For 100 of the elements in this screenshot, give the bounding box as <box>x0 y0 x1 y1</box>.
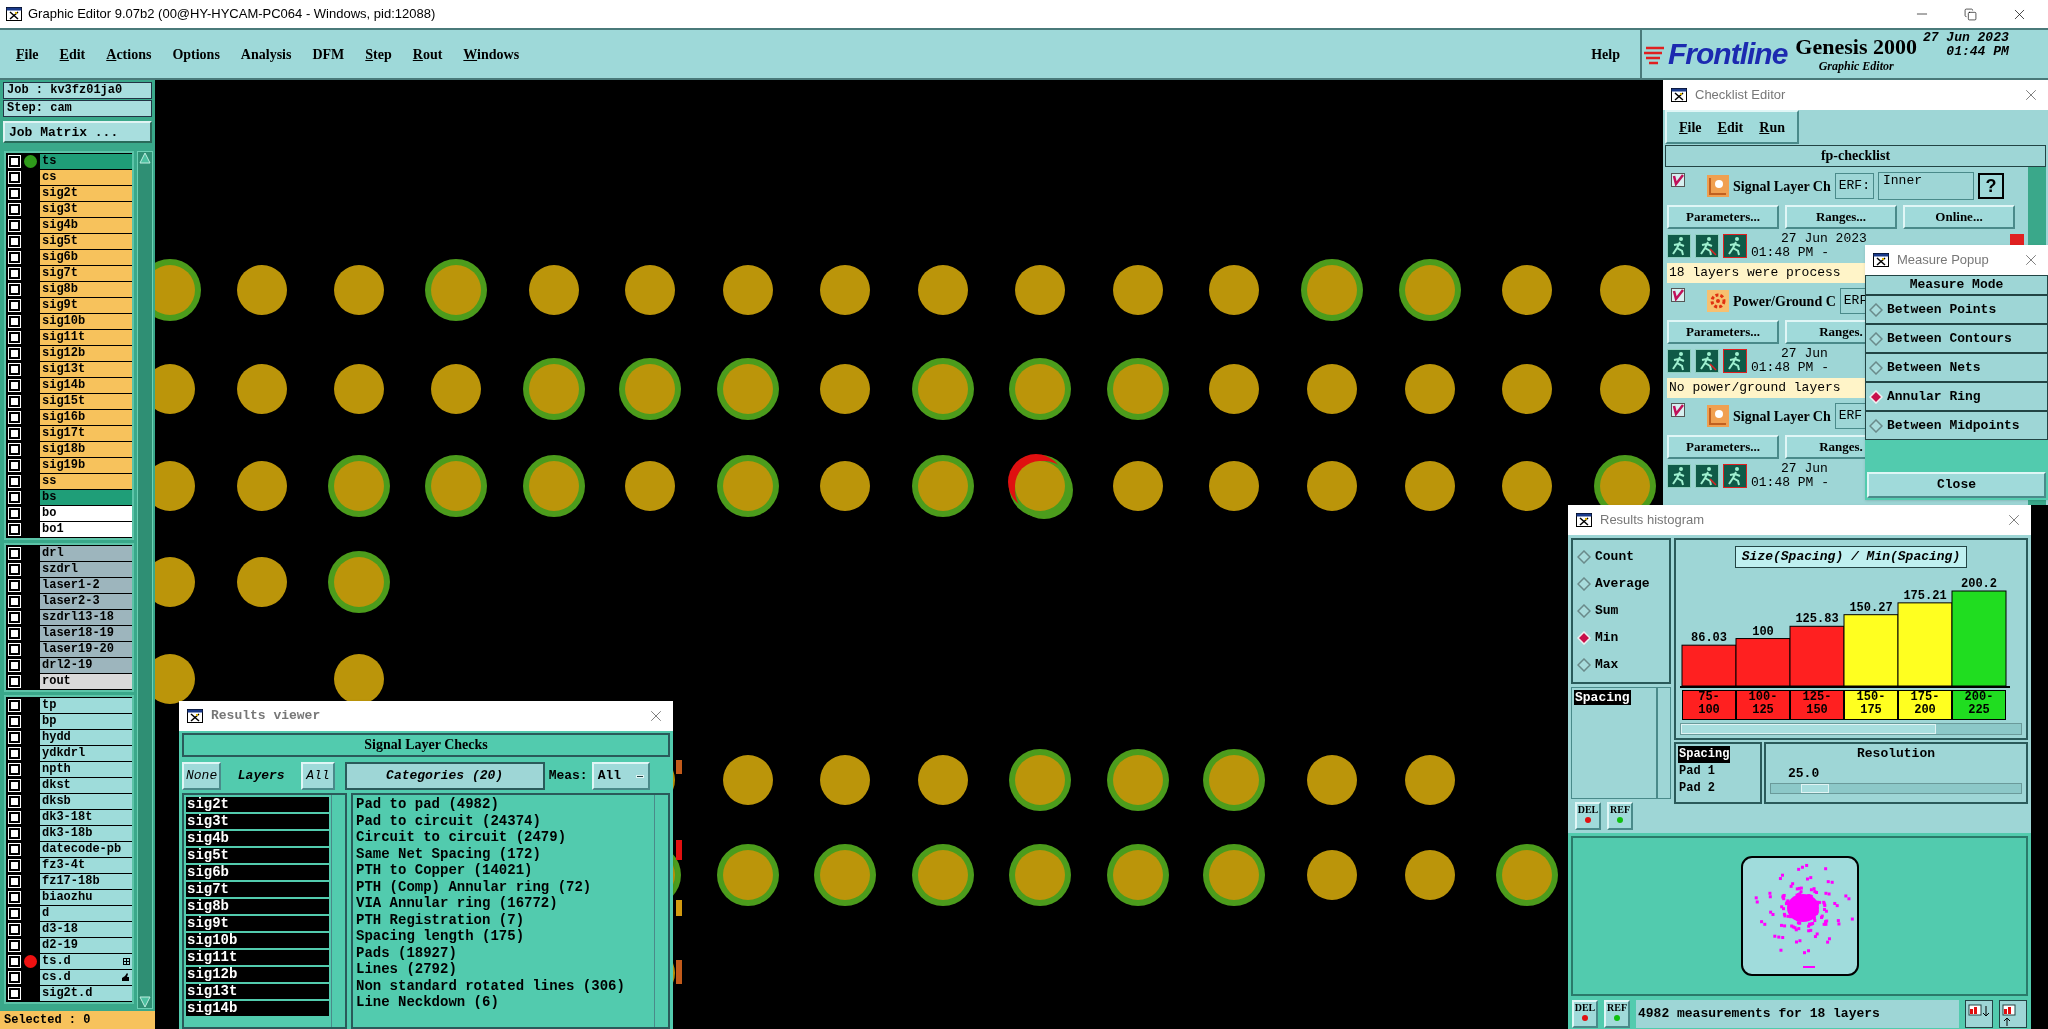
layer-checkbox[interactable] <box>9 940 20 951</box>
layer-list-item[interactable]: sig6b <box>186 865 329 880</box>
layer-name[interactable]: sig8b <box>40 282 132 297</box>
job-matrix-button[interactable]: Job Matrix ... <box>3 121 152 143</box>
layer-checkbox[interactable] <box>9 812 20 823</box>
run-figure-icon[interactable] <box>1723 234 1747 258</box>
layer-checkbox[interactable] <box>9 172 20 183</box>
scroll-up-icon[interactable] <box>139 152 151 164</box>
category-item[interactable]: PTH Registration (7) <box>356 911 651 928</box>
category-item[interactable]: PTH (Comp) Annular ring (72) <box>356 878 651 895</box>
layer-list-item[interactable]: sig4b <box>186 831 329 846</box>
layer-checkbox[interactable] <box>9 428 20 439</box>
layer-name[interactable]: laser2-3 <box>40 594 132 609</box>
menu-item[interactable]: DFM <box>312 43 345 65</box>
layer-name[interactable]: d2-19 <box>40 938 132 953</box>
layer-name[interactable]: laser19-20 <box>40 642 132 657</box>
run-figure-icon[interactable] <box>1667 234 1691 258</box>
layer-name[interactable]: sig7t <box>40 266 132 281</box>
horizontal-scrollbar[interactable] <box>1680 723 2022 735</box>
run-figure-icon[interactable] <box>1695 464 1719 488</box>
check-checkbox[interactable] <box>1671 403 1685 417</box>
field-item[interactable]: Pad 2 <box>1678 780 1716 797</box>
layer-checkbox[interactable] <box>9 628 20 639</box>
measure-option[interactable]: Between Nets <box>1865 353 2048 382</box>
layer-list-item[interactable]: sig11t <box>186 950 329 965</box>
layer-checkbox[interactable] <box>9 396 20 407</box>
layer-list-item[interactable]: sig3t <box>186 814 329 829</box>
layer-checkbox[interactable] <box>9 548 20 559</box>
layer-checkbox[interactable] <box>9 892 20 903</box>
run-figure-icon[interactable] <box>1723 349 1747 373</box>
layer-checkbox[interactable] <box>9 876 20 887</box>
layer-checkbox[interactable] <box>9 860 20 871</box>
measure-option[interactable]: Between Midpoints <box>1865 411 2048 440</box>
layer-name[interactable]: ydkdrl <box>40 746 132 761</box>
layer-checkbox[interactable] <box>9 300 20 311</box>
run-figure-icon[interactable] <box>1695 349 1719 373</box>
layer-name[interactable]: sig19b <box>40 458 132 473</box>
layer-checkbox[interactable] <box>9 380 20 391</box>
layer-name[interactable]: sig6b <box>40 250 132 265</box>
measure-option[interactable]: Annular Ring <box>1865 382 2048 411</box>
category-item[interactable]: Non standard rotated lines (306) <box>356 977 651 994</box>
layer-checkbox[interactable] <box>9 676 20 687</box>
all-button[interactable]: All <box>301 762 335 790</box>
menu-item[interactable]: Windows <box>463 43 520 65</box>
layer-name[interactable]: bo <box>40 506 132 521</box>
layer-checkbox[interactable] <box>9 156 20 167</box>
layer-checkbox[interactable] <box>9 716 20 727</box>
erf-field[interactable]: Inner <box>1878 172 1974 200</box>
layer-name[interactable]: laser1-2 <box>40 578 132 593</box>
layer-name[interactable]: laser18-19 <box>40 626 132 641</box>
layer-list-item[interactable]: sig9t <box>186 916 329 931</box>
layer-checkbox[interactable] <box>9 460 20 471</box>
layer-checkbox[interactable] <box>9 764 20 775</box>
layer-name[interactable]: sig15t <box>40 394 132 409</box>
layer-checkbox[interactable] <box>9 508 20 519</box>
mode-option[interactable]: Sum <box>1573 600 1669 622</box>
radio-button[interactable] <box>1577 604 1591 618</box>
layer-name[interactable]: dkst <box>40 778 132 793</box>
category-item[interactable]: VIA Annular ring (16772) <box>356 895 651 912</box>
layer-name[interactable]: sig16b <box>40 410 132 425</box>
layer-list-item[interactable]: sig12b <box>186 967 329 982</box>
field-item[interactable]: Pad 1 <box>1678 763 1716 780</box>
histogram-icon[interactable] <box>1999 1000 2027 1028</box>
layer-name[interactable]: szdrl <box>40 562 132 577</box>
layer-name[interactable]: fz17-18b <box>40 874 132 889</box>
layer-name[interactable]: ss <box>40 474 132 489</box>
layer-name[interactable]: rout <box>40 674 132 689</box>
reference-button[interactable]: REF <box>1607 802 1633 830</box>
layer-checkbox[interactable] <box>9 220 20 231</box>
help-button[interactable]: ? <box>1978 173 2004 199</box>
measure-option[interactable]: Between Contours <box>1865 324 2048 353</box>
category-item[interactable]: Circuit to circuit (2479) <box>356 829 651 846</box>
menu-item[interactable]: Edit <box>59 43 86 65</box>
radio-button[interactable] <box>1869 302 1883 317</box>
run-figure-icon[interactable] <box>1667 464 1691 488</box>
layer-checkbox[interactable] <box>9 252 20 263</box>
category-item[interactable]: PTH to Copper (14021) <box>356 862 651 879</box>
delete-button[interactable]: DEL <box>1572 1000 1598 1028</box>
layer-checkbox[interactable] <box>9 564 20 575</box>
category-item[interactable]: Pad to circuit (24374) <box>356 812 651 829</box>
layer-checkbox[interactable] <box>9 284 20 295</box>
layer-name[interactable]: ts.d <box>40 954 132 969</box>
menu-item[interactable]: Run <box>1759 116 1785 138</box>
layer-name[interactable]: biaozhu <box>40 890 132 905</box>
menu-item[interactable]: Options <box>172 43 220 65</box>
layer-name[interactable]: sig2t.d <box>40 986 132 1001</box>
layer-name[interactable]: bp <box>40 714 132 729</box>
radio-button[interactable] <box>1577 550 1591 564</box>
layer-name[interactable]: dk3-18t <box>40 810 132 825</box>
layer-list-item[interactable]: sig2t <box>186 797 329 812</box>
layer-list-item[interactable]: sig5t <box>186 848 329 863</box>
layer-checkbox[interactable] <box>9 476 20 487</box>
mode-option[interactable]: Average <box>1573 573 1669 595</box>
scrollbar[interactable] <box>1657 687 1671 799</box>
layer-checkbox[interactable] <box>9 924 20 935</box>
run-figure-icon[interactable] <box>1723 464 1747 488</box>
check-button[interactable]: Parameters... <box>1667 205 1779 229</box>
layer-name[interactable]: szdrl13-18 <box>40 610 132 625</box>
layer-name[interactable]: sig12b <box>40 346 132 361</box>
layer-checkbox[interactable] <box>9 660 20 671</box>
